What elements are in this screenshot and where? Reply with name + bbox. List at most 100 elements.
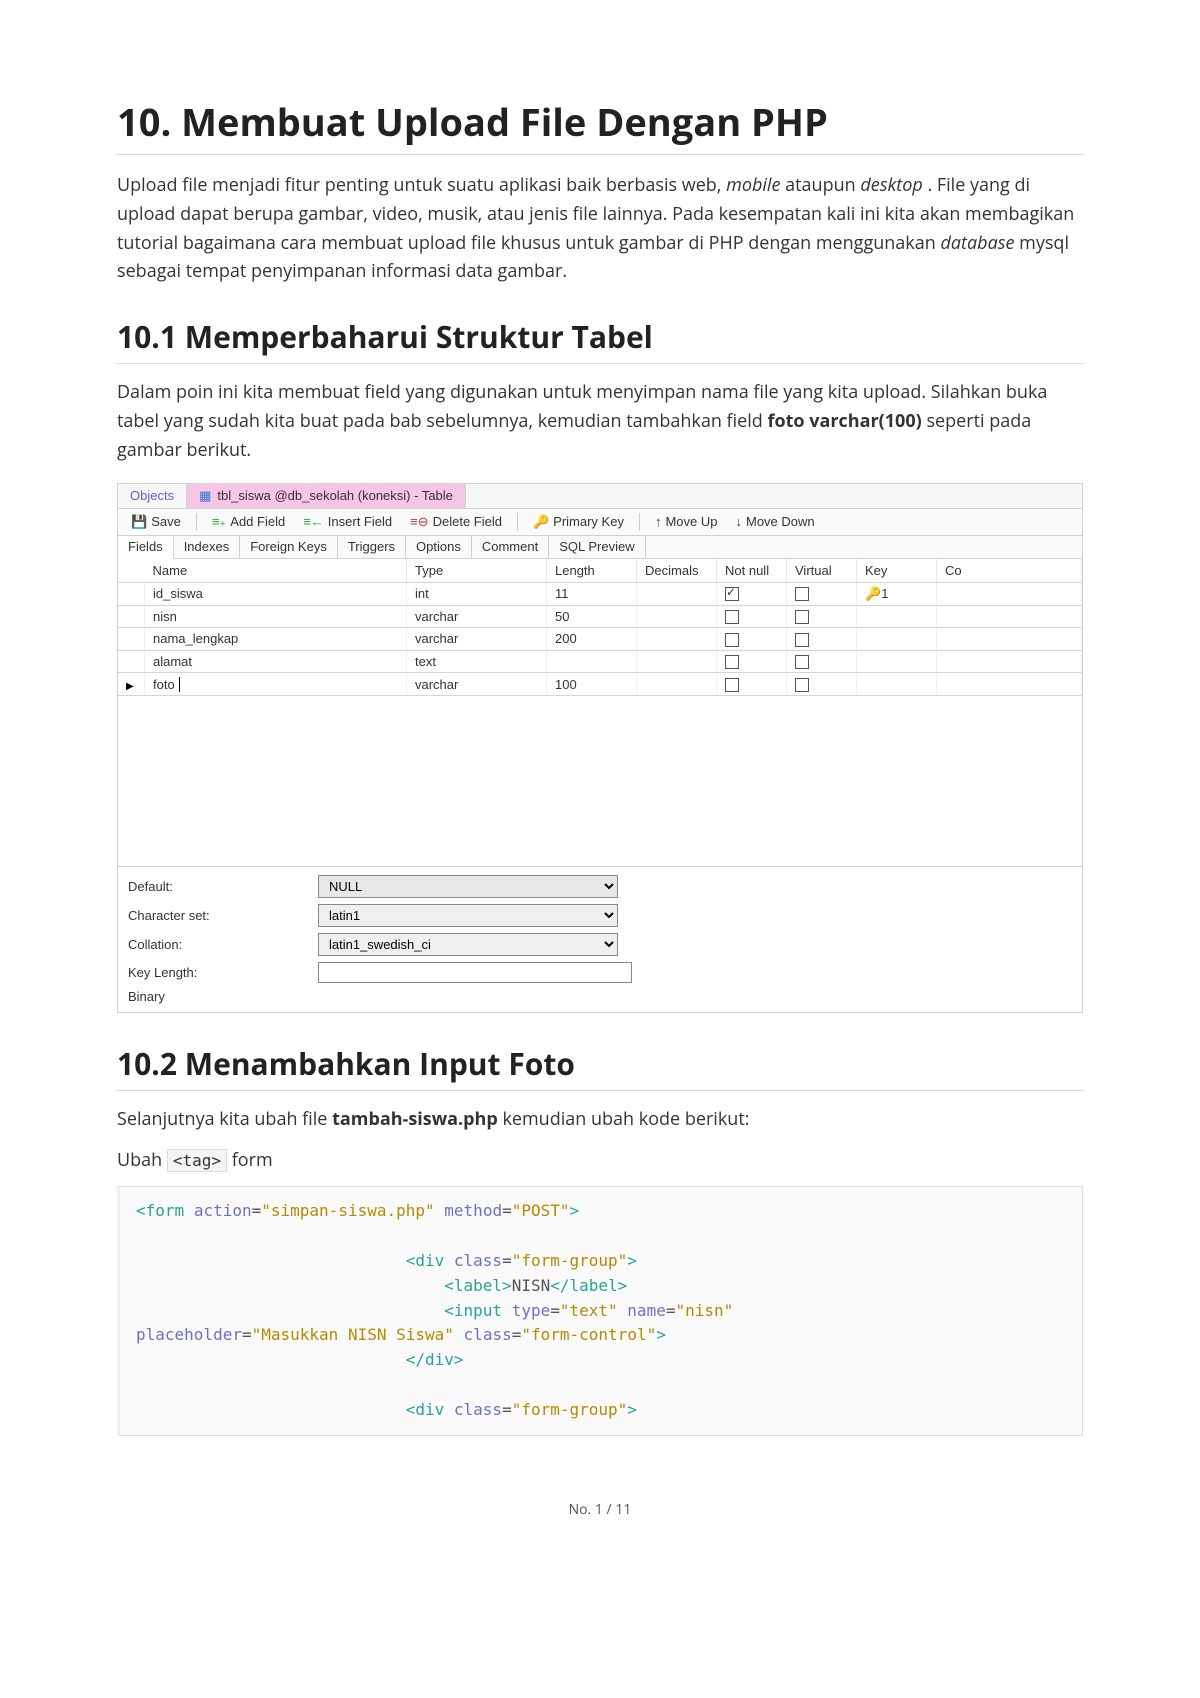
cell-notnull: [717, 628, 787, 651]
move-down-button[interactable]: ↓ Move Down: [728, 513, 821, 530]
insert-field-button[interactable]: ≡← Insert Field: [296, 513, 399, 530]
cell-virtual: [787, 673, 857, 696]
add-field-button[interactable]: ≡₊ Add Field: [205, 513, 292, 531]
charset-select[interactable]: latin1: [318, 904, 618, 927]
intro-paragraph: Upload file menjadi fitur penting untuk …: [117, 171, 1083, 286]
virtual-checkbox[interactable]: [795, 655, 809, 669]
subtab-fields[interactable]: Fields: [118, 536, 174, 559]
save-button[interactable]: 💾 Save: [124, 513, 188, 531]
toolbar-sep: [196, 513, 197, 531]
collation-select[interactable]: latin1_swedish_ci: [318, 933, 618, 956]
sec1-paragraph: Dalam poin ini kita membuat field yang d…: [117, 378, 1083, 464]
cell-type: text: [407, 650, 547, 673]
notnull-checkbox[interactable]: [725, 655, 739, 669]
col-decimals: Decimals: [637, 559, 717, 583]
cell-type: varchar: [407, 673, 547, 696]
notnull-checkbox[interactable]: [725, 587, 739, 601]
sec2-bold: tambah-siswa.php: [332, 1107, 498, 1131]
primary-key-button[interactable]: 🔑 Primary Key: [526, 513, 631, 531]
section-10-1-title: 10.1 Memperbaharui Struktur Tabel: [117, 316, 1083, 364]
ubah-text: Ubah: [117, 1148, 167, 1172]
save-label: Save: [151, 514, 181, 529]
tab-table-label: tbl_siswa @db_sekolah (koneksi) - Table: [217, 488, 453, 503]
editor-toolbar: 💾 Save ≡₊ Add Field ≡← Insert Field ≡⊖ D…: [118, 508, 1082, 536]
insert-label: Insert Field: [328, 514, 392, 529]
cell-type: varchar: [407, 605, 547, 628]
page-title: 10. Membuat Upload File Dengan PHP: [117, 96, 1083, 155]
cell-key: [857, 628, 937, 651]
charset-label: Character set:: [128, 908, 318, 923]
subtab-indexes[interactable]: Indexes: [174, 536, 241, 558]
key-icon: 🔑: [533, 514, 549, 530]
cell-length: 11: [547, 582, 637, 605]
section-10-2-title: 10.2 Menambahkan Input Foto: [117, 1043, 1083, 1091]
code-block: <form action="simpan-siswa.php" method="…: [117, 1186, 1083, 1435]
cell-name: nama_lengkap: [145, 628, 407, 651]
subtab-options[interactable]: Options: [406, 536, 472, 558]
virtual-checkbox[interactable]: [795, 678, 809, 692]
default-select[interactable]: NULL: [318, 875, 618, 898]
virtual-checkbox[interactable]: [795, 610, 809, 624]
cell-length: 100: [547, 673, 637, 696]
table-row[interactable]: id_siswaint11🔑1: [118, 582, 1082, 605]
table-icon: ▦: [199, 488, 211, 504]
subtab-comment[interactable]: Comment: [472, 536, 549, 558]
cell-virtual: [787, 628, 857, 651]
subtab-sql-preview[interactable]: SQL Preview: [549, 536, 645, 558]
cell-length: 50: [547, 605, 637, 628]
cell-type: int: [407, 582, 547, 605]
virtual-checkbox[interactable]: [795, 633, 809, 647]
cell-key: [857, 673, 937, 696]
table-row[interactable]: nisnvarchar50: [118, 605, 1082, 628]
editor-subtabs: FieldsIndexesForeign KeysTriggersOptions…: [118, 536, 1082, 559]
notnull-checkbox[interactable]: [725, 633, 739, 647]
cell-virtual: [787, 582, 857, 605]
col-co: Co: [937, 559, 1082, 583]
fields-table: NameTypeLengthDecimalsNot nullVirtualKey…: [118, 559, 1082, 696]
cell-extra: [937, 650, 1082, 673]
sec1-bold: foto varchar(100): [768, 409, 922, 433]
arrow-down-icon: ↓: [735, 514, 742, 529]
delete-label: Delete Field: [433, 514, 502, 529]
key-icon: 🔑: [865, 586, 881, 601]
keylength-label: Key Length:: [128, 965, 318, 980]
notnull-checkbox[interactable]: [725, 610, 739, 624]
subtab-foreign-keys[interactable]: Foreign Keys: [240, 536, 338, 558]
table-row[interactable]: nama_lengkapvarchar200: [118, 628, 1082, 651]
tab-table-active[interactable]: ▦ tbl_siswa @db_sekolah (koneksi) - Tabl…: [187, 484, 466, 508]
page-number: No. 1 / 11: [0, 1478, 1200, 1529]
delete-field-button[interactable]: ≡⊖ Delete Field: [403, 513, 509, 531]
notnull-checkbox[interactable]: [725, 678, 739, 692]
tab-objects[interactable]: Objects: [118, 484, 187, 508]
intro-em-desktop: desktop: [860, 173, 922, 197]
col-name: Name: [145, 559, 407, 583]
binary-checkbox-row[interactable]: Binary: [128, 989, 638, 1004]
delete-icon: ≡⊖: [410, 514, 428, 530]
cell-notnull: [717, 582, 787, 605]
col-length: Length: [547, 559, 637, 583]
up-label: Move Up: [665, 514, 717, 529]
cell-name: alamat: [145, 650, 407, 673]
form-text: form: [232, 1148, 273, 1172]
virtual-checkbox[interactable]: [795, 587, 809, 601]
cell-key: [857, 605, 937, 628]
cell-name: id_siswa: [145, 582, 407, 605]
cell-decimals: [637, 673, 717, 696]
keylength-input[interactable]: [318, 962, 632, 983]
cell-extra: [937, 582, 1082, 605]
sec2-paragraph: Selanjutnya kita ubah file tambah-siswa.…: [117, 1105, 1083, 1134]
cell-notnull: [717, 673, 787, 696]
table-designer: Objects ▦ tbl_siswa @db_sekolah (koneksi…: [117, 483, 1083, 1013]
cell-extra: [937, 628, 1082, 651]
cell-virtual: [787, 605, 857, 628]
table-row[interactable]: alamattext: [118, 650, 1082, 673]
move-up-button[interactable]: ↑ Move Up: [648, 513, 725, 530]
sec2-text-b: kemudian ubah kode berikut:: [502, 1107, 749, 1131]
down-label: Move Down: [746, 514, 815, 529]
subtab-triggers[interactable]: Triggers: [338, 536, 406, 558]
cell-extra: [937, 673, 1082, 696]
cell-length: [547, 650, 637, 673]
table-row[interactable]: foto varchar100: [118, 673, 1082, 696]
toolbar-sep-2: [517, 513, 518, 531]
cell-virtual: [787, 650, 857, 673]
